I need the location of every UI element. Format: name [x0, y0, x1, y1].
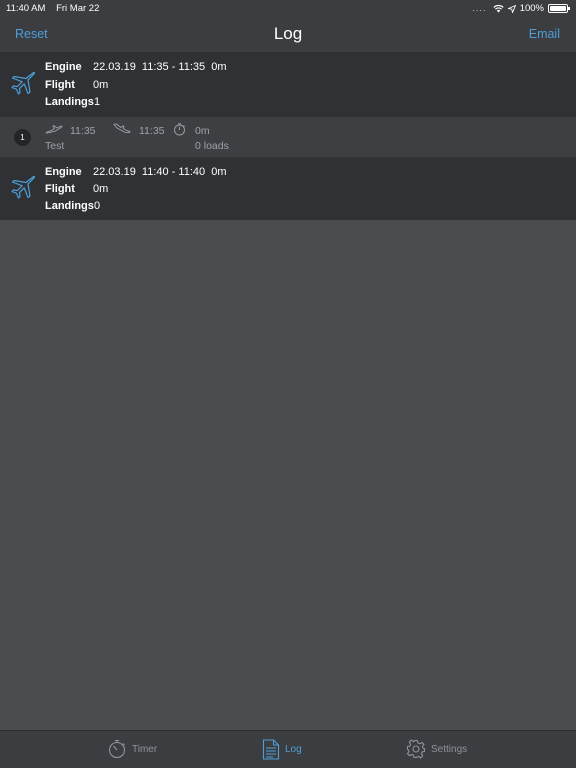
cellular-signal: ....	[472, 3, 487, 14]
wifi-icon	[493, 4, 504, 13]
page-title: Log	[273, 24, 303, 43]
document-icon	[262, 739, 280, 760]
takeoff-icon	[45, 125, 63, 134]
flight-label: Flight	[45, 79, 75, 91]
status-time: 11:40 AM	[6, 3, 46, 14]
log-entry[interactable]: Engine 22.03.19 11:35 - 11:35 0m Flight 0m…	[0, 53, 576, 117]
leg-loads: 0 loads	[195, 140, 229, 152]
engine-value: 22.03.19 11:40 - 11:40 0m	[93, 166, 227, 178]
location-arrow-icon	[507, 4, 516, 13]
engine-label: Engine	[45, 166, 82, 178]
leg-note: Test	[45, 140, 65, 152]
gear-icon	[406, 739, 426, 759]
landings-label: Landings	[45, 96, 94, 108]
navigation-bar: Reset Log Email	[0, 16, 576, 53]
flight-value: 0m	[93, 79, 109, 91]
airplane-icon	[11, 71, 36, 95]
status-bar: 11:40 AM Fri Mar 22 .... 100%	[0, 0, 576, 16]
engine-value: 22.03.19 11:35 - 11:35 0m	[93, 61, 227, 73]
stopwatch-icon	[174, 123, 185, 136]
flight-value: 0m	[93, 183, 109, 195]
tab-timer-label: Timer	[132, 743, 158, 755]
leg-number-badge: 1	[14, 129, 31, 146]
status-date: Fri Mar 22	[56, 3, 100, 14]
battery-icon	[548, 4, 570, 13]
landings-value: 1	[94, 96, 101, 108]
leg-row[interactable]: 1 11:35 11:35 0m Test 0 loads	[0, 117, 576, 158]
landing-icon	[113, 123, 131, 134]
landings-value: 0	[94, 200, 101, 212]
leg-duration: 0m	[195, 125, 210, 137]
tab-settings[interactable]: Settings	[406, 739, 467, 759]
tab-log-label: Log	[285, 744, 302, 755]
email-button[interactable]: Email	[529, 27, 560, 41]
landings-label: Landings	[45, 200, 94, 212]
tab-bar: Timer Log Settings	[0, 730, 576, 768]
landing-time: 11:35	[139, 125, 165, 137]
battery-percent: 100%	[519, 3, 544, 14]
engine-label: Engine	[45, 61, 82, 73]
log-entry[interactable]: Engine 22.03.19 11:40 - 11:40 0m Flight 0m…	[0, 158, 576, 220]
flight-label: Flight	[45, 183, 75, 195]
tab-timer[interactable]: Timer	[107, 739, 157, 759]
tab-settings-label: Settings	[431, 743, 468, 755]
airplane-icon	[11, 175, 36, 199]
stopwatch-icon	[108, 739, 126, 759]
tab-log[interactable]: Log	[262, 739, 302, 760]
takeoff-time: 11:35	[70, 125, 96, 137]
